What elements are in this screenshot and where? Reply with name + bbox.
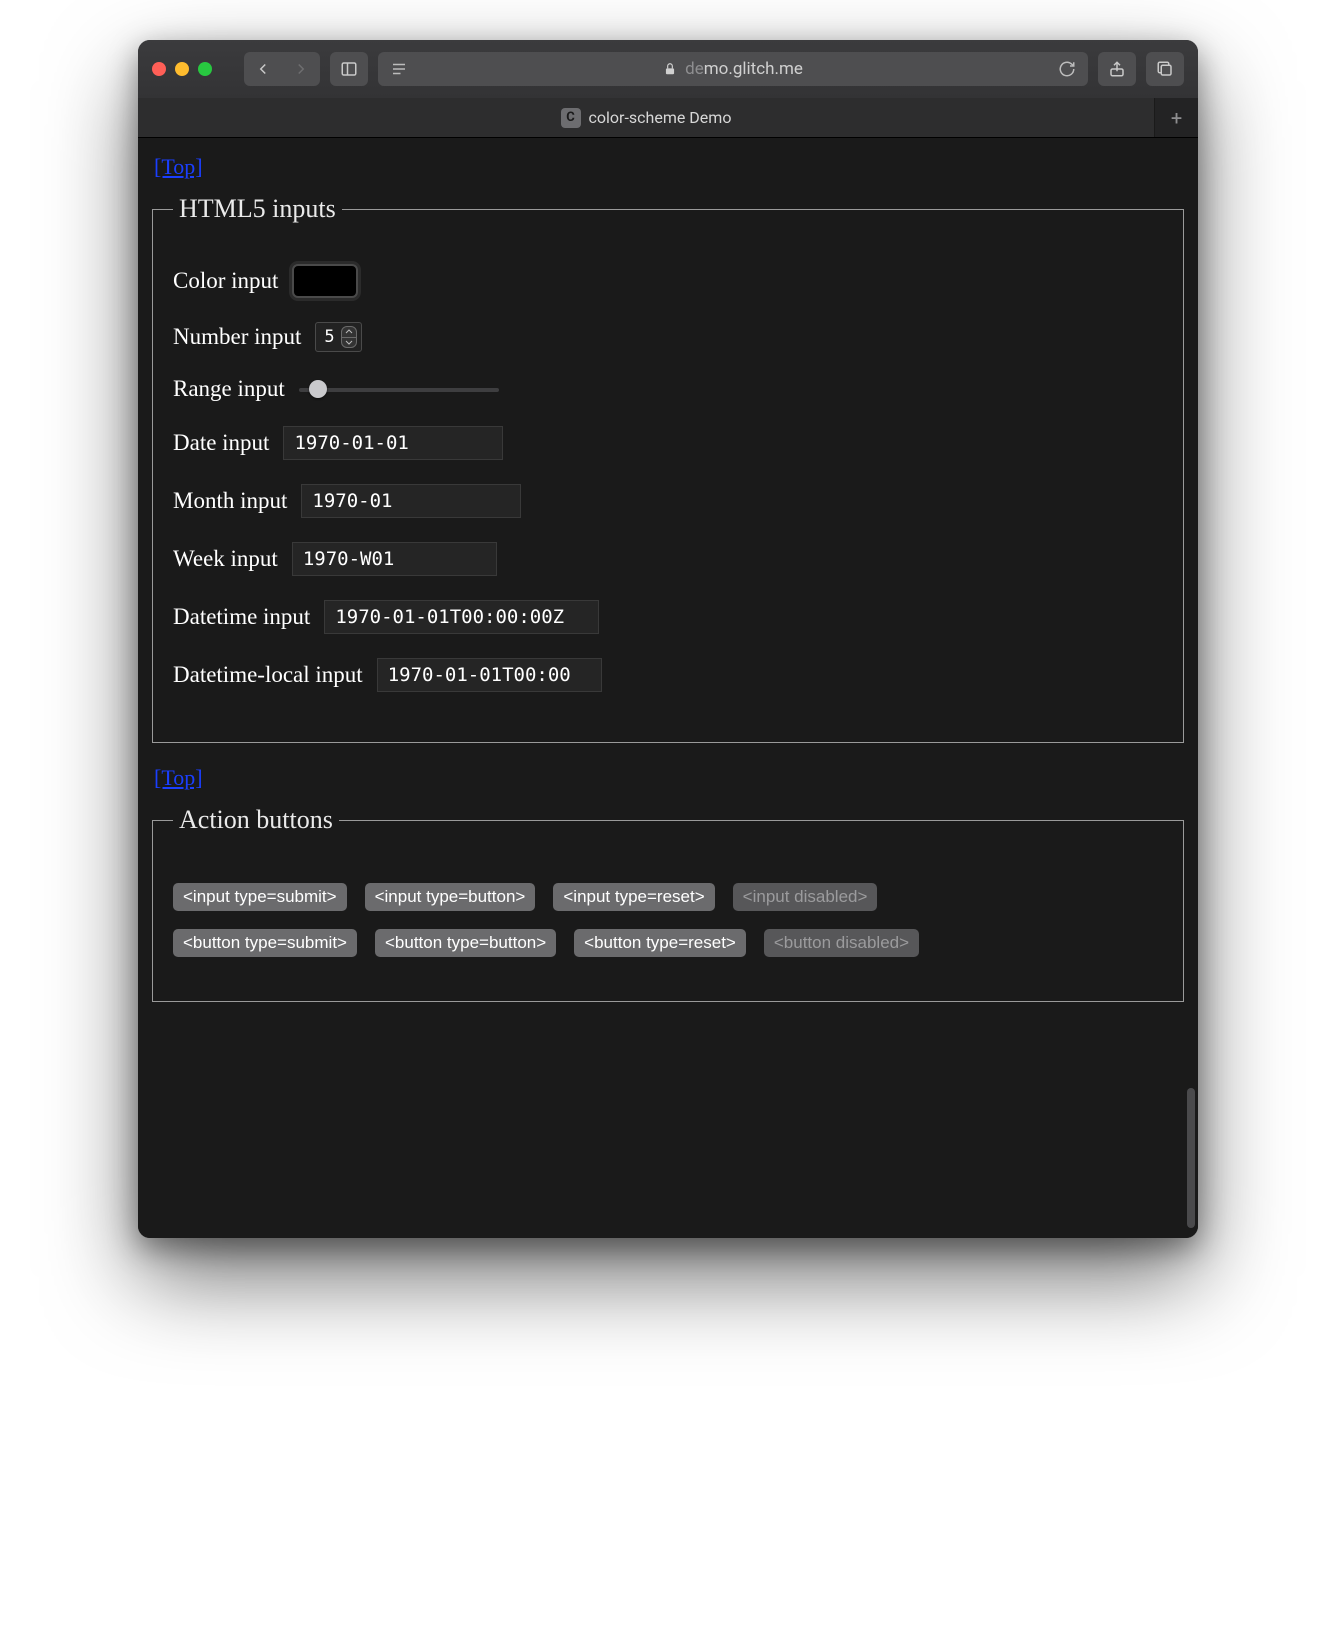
url-text: demo.glitch.me: [685, 59, 803, 79]
window-controls: [152, 62, 212, 76]
input-submit-button[interactable]: <input type=submit>: [173, 883, 347, 911]
fieldset-html5-inputs: HTML5 inputs Color input Number input 5 …: [152, 194, 1184, 743]
close-window-button[interactable]: [152, 62, 166, 76]
range-input[interactable]: [299, 379, 499, 399]
date-input[interactable]: 1970-01-01: [283, 426, 503, 460]
lock-icon: [663, 62, 677, 76]
nav-back-forward: [244, 52, 320, 86]
button-button-button[interactable]: <button type=button>: [375, 929, 556, 957]
share-button[interactable]: [1098, 52, 1136, 86]
tab-title: color-scheme Demo: [589, 108, 732, 127]
number-stepper[interactable]: [341, 326, 357, 348]
number-input-value: 5: [324, 327, 334, 347]
chevron-up-icon: [345, 329, 353, 334]
reload-icon: [1058, 60, 1076, 78]
month-input[interactable]: 1970-01: [301, 484, 521, 518]
label-week-input: Week input: [173, 546, 278, 572]
label-color-input: Color input: [173, 268, 278, 294]
button-reset-button[interactable]: <button type=reset>: [574, 929, 746, 957]
tab-strip: C color-scheme Demo +: [138, 98, 1198, 138]
sidebar-icon: [340, 60, 358, 78]
stepper-down[interactable]: [342, 338, 356, 348]
input-reset-button[interactable]: <input type=reset>: [553, 883, 714, 911]
button-submit-button[interactable]: <button type=submit>: [173, 929, 357, 957]
label-number-input: Number input: [173, 324, 301, 350]
number-input[interactable]: 5: [315, 322, 361, 352]
top-link-2[interactable]: [Top]: [154, 765, 203, 791]
browser-toolbar: demo.glitch.me: [138, 40, 1198, 98]
forward-button[interactable]: [282, 52, 320, 86]
range-thumb[interactable]: [309, 380, 327, 398]
stepper-up[interactable]: [342, 327, 356, 338]
address-bar[interactable]: demo.glitch.me: [378, 52, 1088, 86]
color-input[interactable]: [292, 264, 358, 298]
tab-current[interactable]: C color-scheme Demo: [138, 98, 1154, 137]
datetime-input[interactable]: 1970-01-01T00:00:00Z: [324, 600, 599, 634]
label-range-input: Range input: [173, 376, 285, 402]
input-button-button[interactable]: <input type=button>: [365, 883, 536, 911]
legend-action-buttons: Action buttons: [173, 805, 339, 835]
page-content: [Top] HTML5 inputs Color input Number in…: [138, 138, 1198, 1238]
share-icon: [1108, 60, 1126, 78]
label-date-input: Date input: [173, 430, 269, 456]
plus-icon: +: [1171, 106, 1182, 130]
browser-window: demo.glitch.me C color-scheme Demo + [To…: [138, 40, 1198, 1238]
tabs-overview-button[interactable]: [1146, 52, 1184, 86]
sidebar-button[interactable]: [330, 52, 368, 86]
week-input[interactable]: 1970-W01: [292, 542, 497, 576]
chevron-right-icon: [292, 60, 310, 78]
new-tab-button[interactable]: +: [1154, 98, 1198, 137]
scrollbar-thumb[interactable]: [1187, 1088, 1195, 1228]
label-datetime-local-input: Datetime-local input: [173, 662, 363, 688]
reload-button[interactable]: [1058, 60, 1076, 78]
range-track: [299, 388, 499, 392]
favicon-icon: C: [561, 108, 581, 128]
fieldset-action-buttons: Action buttons <input type=submit> <inpu…: [152, 805, 1184, 1002]
label-month-input: Month input: [173, 488, 287, 514]
legend-html5-inputs: HTML5 inputs: [173, 194, 342, 224]
top-link[interactable]: [Top]: [154, 154, 203, 180]
reader-icon: [390, 60, 408, 78]
chevron-left-icon: [254, 60, 272, 78]
back-button[interactable]: [244, 52, 282, 86]
reader-mode-button[interactable]: [390, 60, 408, 78]
input-disabled-button: <input disabled>: [733, 883, 878, 911]
minimize-window-button[interactable]: [175, 62, 189, 76]
chevron-down-icon: [345, 340, 353, 345]
button-disabled-button: <button disabled>: [764, 929, 919, 957]
tabs-icon: [1156, 60, 1174, 78]
zoom-window-button[interactable]: [198, 62, 212, 76]
label-datetime-input: Datetime input: [173, 604, 310, 630]
datetime-local-input[interactable]: 1970-01-01T00:00: [377, 658, 602, 692]
